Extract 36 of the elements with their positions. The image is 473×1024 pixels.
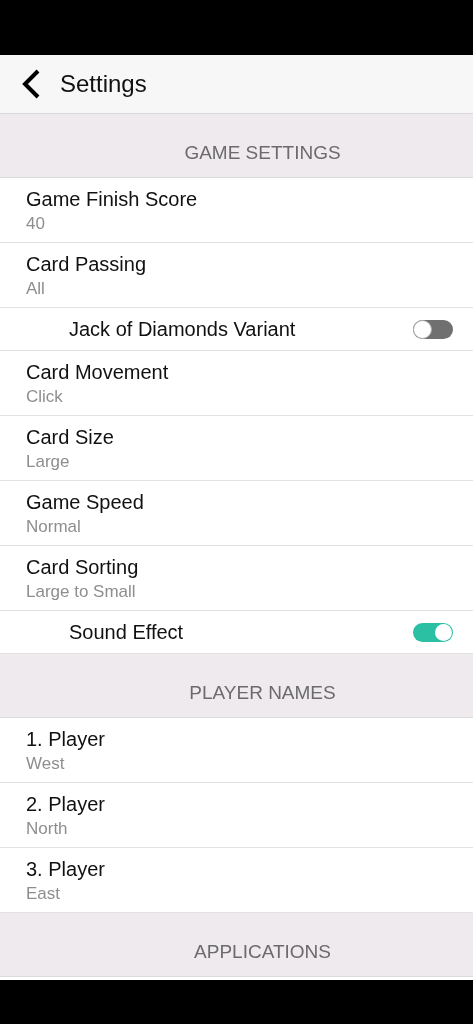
setting-row[interactable]: 2. Player North — [0, 783, 473, 847]
setting-value: Large to Small — [26, 582, 137, 602]
setting-label: Game Finish Score — [26, 188, 199, 211]
section-header: GAME SETTINGS — [184, 142, 341, 164]
setting-value: 40 — [26, 214, 46, 234]
setting-value: North — [26, 819, 69, 839]
setting-row[interactable]: 1. Player West — [0, 718, 473, 782]
setting-label: Card Passing — [26, 253, 148, 276]
setting-row[interactable]: Card Size Large — [0, 416, 473, 480]
setting-row[interactable]: 3. Player East — [0, 848, 473, 912]
setting-row[interactable]: Card Passing All — [0, 243, 473, 307]
setting-label: Card Movement — [26, 361, 170, 384]
toggle-switch[interactable] — [413, 622, 453, 642]
toggle-switch[interactable] — [413, 319, 453, 339]
toggle-label: Sound Effect — [69, 620, 184, 644]
setting-label: Card Size — [26, 426, 115, 449]
setting-label: Game Speed — [26, 491, 145, 514]
section-header: APPLICATIONS — [194, 941, 331, 963]
setting-row[interactable]: Game Speed Normal — [0, 481, 473, 545]
setting-value: All — [26, 279, 46, 299]
setting-label: Card Sorting — [26, 556, 140, 579]
setting-row[interactable]: Card Movement Click — [0, 351, 473, 415]
toggle-label: Jack of Diamonds Variant — [69, 317, 296, 341]
setting-value: Large — [26, 452, 71, 472]
setting-label: 2. Player — [26, 793, 106, 816]
chevron-left-icon — [20, 68, 42, 100]
setting-row[interactable]: Card Sorting Large to Small — [0, 546, 473, 610]
screen-title: Settings — [60, 70, 147, 98]
setting-label: 1. Player — [26, 728, 106, 751]
setting-value: Normal — [26, 517, 82, 537]
setting-value: East — [26, 884, 62, 904]
section-header: PLAYER NAMES — [189, 682, 336, 704]
setting-value: Click — [26, 387, 64, 407]
setting-row[interactable]: Game Finish Score 40 — [0, 178, 473, 242]
setting-label: 3. Player — [26, 858, 106, 881]
setting-value: West — [26, 754, 66, 774]
